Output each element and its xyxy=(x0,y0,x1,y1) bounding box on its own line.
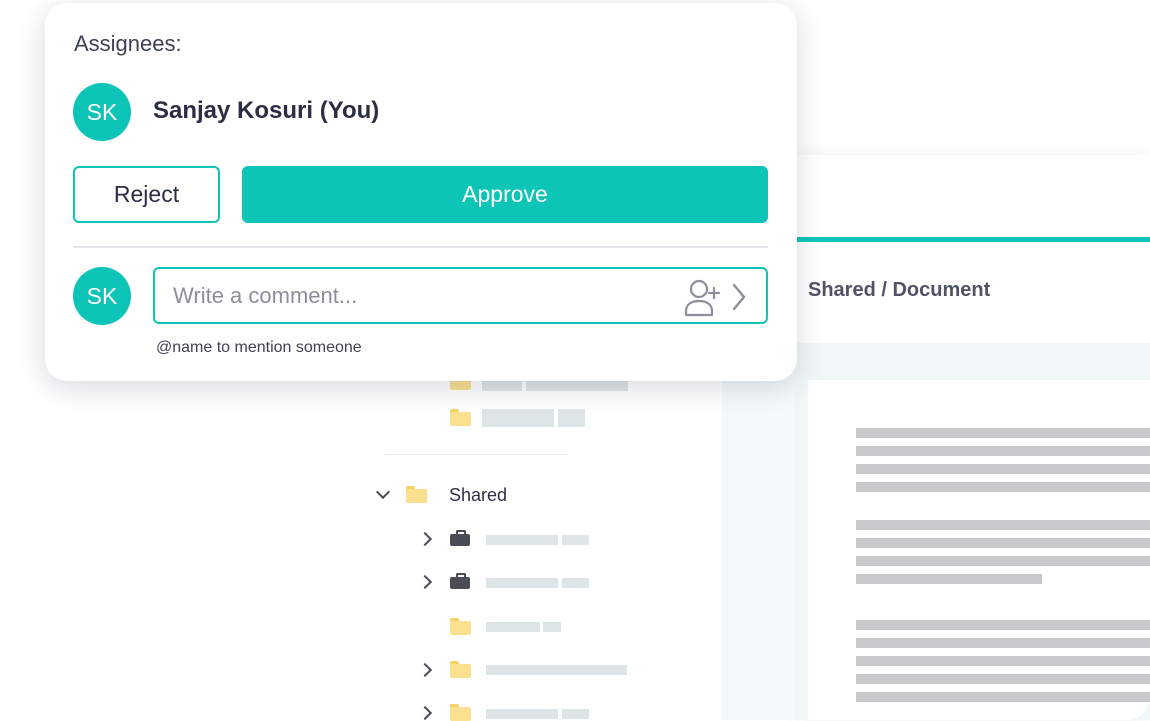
approval-card: Assignees: SK Sanjay Kosuri (You) Reject… xyxy=(45,3,797,381)
item-name-placeholder xyxy=(562,709,589,719)
folder-icon xyxy=(450,409,471,426)
document-breadcrumb: Shared / Document xyxy=(808,279,991,301)
document-window: Shared / Document xyxy=(795,155,1150,720)
item-name-placeholder xyxy=(486,578,558,588)
approve-button[interactable]: Approve xyxy=(242,166,768,223)
folder-tree-panel xyxy=(227,360,722,720)
item-name-placeholder xyxy=(486,535,558,545)
document-text-line xyxy=(856,620,1150,630)
assignees-label: Assignees: xyxy=(74,31,182,56)
assignee-name: Sanjay Kosuri (You) xyxy=(153,97,380,124)
item-name-placeholder xyxy=(562,578,589,588)
document-accent-bar xyxy=(795,237,1150,242)
folder-name-placeholder xyxy=(558,409,585,427)
item-name-placeholder xyxy=(486,622,540,632)
folder-icon xyxy=(450,661,471,678)
briefcase-icon xyxy=(450,573,470,589)
document-text-line xyxy=(856,520,1150,530)
tree-divider xyxy=(385,454,568,455)
document-text-line xyxy=(856,656,1150,666)
document-text-line xyxy=(856,574,1042,584)
document-text-line xyxy=(856,692,1150,702)
document-text-line xyxy=(856,556,1150,566)
tree-side-panel xyxy=(722,344,795,720)
tree-item-label-shared[interactable]: Shared xyxy=(449,485,507,506)
assignee-avatar: SK xyxy=(73,83,131,141)
document-text-line xyxy=(856,538,1150,548)
card-divider xyxy=(73,246,768,248)
item-name-placeholder xyxy=(486,665,627,675)
document-text-line xyxy=(856,638,1150,648)
item-name-placeholder xyxy=(486,709,558,719)
folder-icon xyxy=(450,704,471,721)
item-name-placeholder xyxy=(543,622,561,632)
document-text-line xyxy=(856,428,1150,438)
comment-author-avatar: SK xyxy=(73,267,131,325)
chevron-right-icon[interactable] xyxy=(731,283,747,311)
comment-box[interactable] xyxy=(153,267,768,324)
folder-icon xyxy=(406,486,427,503)
document-text-line xyxy=(856,482,1150,492)
comment-input[interactable] xyxy=(173,282,653,310)
folder-icon xyxy=(450,618,471,635)
document-text-line xyxy=(856,674,1150,684)
item-name-placeholder xyxy=(562,535,589,545)
reject-button[interactable]: Reject xyxy=(73,166,220,223)
add-person-icon[interactable] xyxy=(683,277,721,317)
briefcase-icon xyxy=(450,530,470,546)
mention-hint: @name to mention someone xyxy=(156,339,362,356)
folder-name-placeholder xyxy=(482,409,554,427)
document-text-line xyxy=(856,446,1150,456)
document-page xyxy=(808,380,1150,720)
document-text-line xyxy=(856,464,1150,474)
